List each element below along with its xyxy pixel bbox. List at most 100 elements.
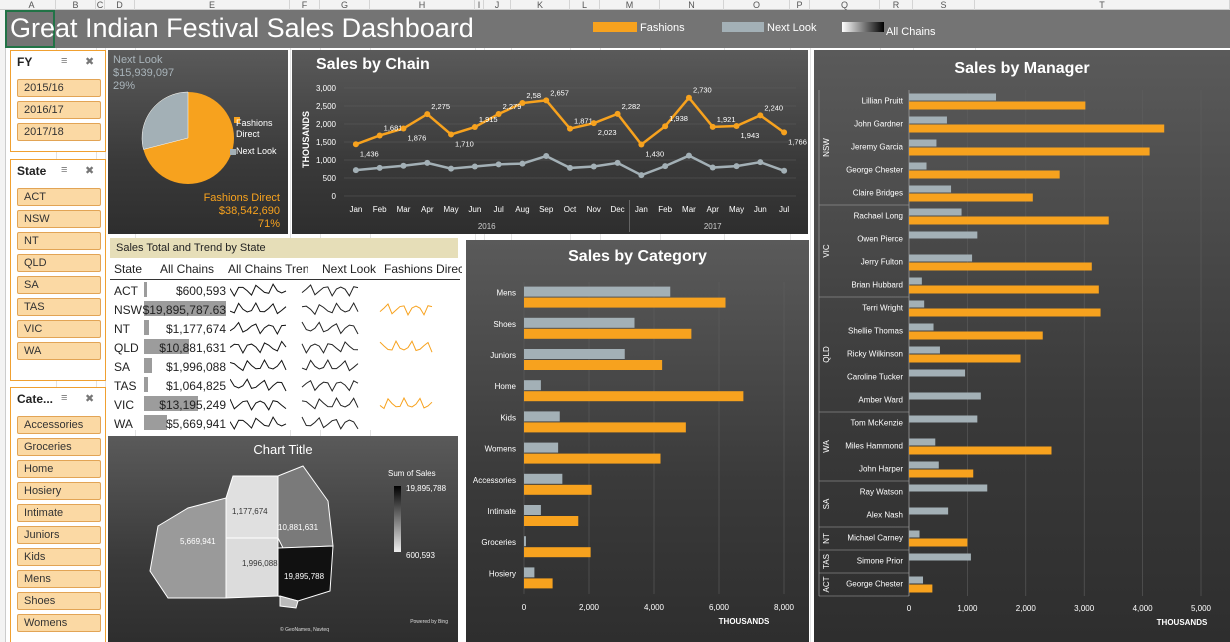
column-header-I[interactable]: I: [475, 0, 484, 10]
category-item[interactable]: Groceries: [17, 438, 101, 456]
row-state: VIC: [114, 398, 135, 412]
manager-bar-next-look: [909, 461, 939, 469]
manager-bar-fashions: [909, 147, 1150, 156]
clear-filter-icon[interactable]: ✖: [85, 164, 94, 177]
column-header-G[interactable]: G: [320, 0, 370, 10]
manager-bar-fashions: [909, 538, 968, 547]
manager-bar-chart: 0 1,000 2,000 3,000 4,000 5,000 THOUSANDS NSW Li…: [818, 90, 1212, 627]
manager-bar-fashions: [909, 124, 1165, 133]
category-item[interactable]: Juniors: [17, 526, 101, 544]
column-header-K[interactable]: K: [511, 0, 570, 10]
category-item[interactable]: Kids: [17, 548, 101, 566]
category-item[interactable]: Mens: [17, 570, 101, 588]
column-header-J[interactable]: J: [484, 0, 511, 10]
state-table: Sales Total and Trend by State State All…: [110, 238, 462, 431]
manager-bar-next-look: [909, 369, 966, 377]
column-header-D[interactable]: D: [105, 0, 135, 10]
chain-year-label: 2016: [478, 222, 496, 231]
row-all-chains-value: $600,593: [175, 284, 226, 298]
chain-data-label: 1,871: [574, 117, 593, 126]
chain-point-fashions: [638, 141, 645, 148]
multi-select-icon[interactable]: ≡: [61, 55, 67, 67]
manager-xtick: 2,000: [1016, 604, 1037, 613]
column-header-E[interactable]: E: [135, 0, 290, 10]
column-header-T[interactable]: T: [975, 0, 1230, 10]
manager-group-label: NT: [822, 533, 831, 544]
column-header-N[interactable]: N: [660, 0, 724, 10]
map-chart-panel[interactable]: Chart Title 5,669,941 1,177,674 10,881,6…: [108, 436, 458, 642]
category-xtick: 8,000: [774, 603, 795, 612]
chain-point-next-look: [590, 163, 597, 170]
chain-ytick: 2,000: [316, 120, 337, 129]
manager-name: Ricky Wilkinson: [847, 350, 903, 359]
pie-chart-panel[interactable]: Next Look $15,939,097 29% Fashions Direc…: [108, 50, 288, 234]
chain-month-label: Jan: [349, 205, 362, 214]
category-bar-next-look: [524, 536, 526, 547]
column-header-A[interactable]: A: [8, 0, 56, 10]
column-header-Q[interactable]: Q: [810, 0, 880, 10]
category-bar-fashions: [524, 360, 663, 370]
chain-month-label: Jun: [468, 205, 481, 214]
legend-label-fashions: Fashions: [640, 22, 685, 34]
clear-filter-icon[interactable]: ✖: [85, 55, 94, 68]
state-item[interactable]: SA: [17, 276, 101, 294]
manager-bar-next-look: [909, 162, 927, 170]
chain-point-next-look: [662, 163, 669, 170]
category-item[interactable]: Womens: [17, 614, 101, 632]
column-header-M[interactable]: M: [600, 0, 660, 10]
category-item[interactable]: Home: [17, 460, 101, 478]
manager-bar-fashions: [909, 469, 974, 478]
column-header-B[interactable]: B: [56, 0, 96, 10]
chain-data-label: 2,279: [503, 102, 522, 111]
state-item[interactable]: NT: [17, 232, 101, 250]
legend-swatch-next-look: [722, 22, 764, 32]
manager-name: Michael Carney: [847, 534, 903, 543]
manager-name: Caroline Tucker: [847, 373, 903, 382]
state-item[interactable]: NSW: [17, 210, 101, 228]
chain-month-label: Jul: [494, 205, 504, 214]
state-table-row: WA $5,669,941: [110, 413, 460, 435]
state-item[interactable]: VIC: [17, 320, 101, 338]
chain-point-next-look: [424, 159, 431, 166]
column-header-F[interactable]: F: [290, 0, 320, 10]
manager-bar-fashions: [909, 584, 933, 593]
chain-point-next-look: [400, 162, 407, 169]
sales-by-category-panel[interactable]: Sales by Category 0 2,000 4,000 6,000 8,000 T…: [466, 240, 809, 642]
column-header-L[interactable]: L: [570, 0, 600, 10]
column-header-S[interactable]: S: [913, 0, 975, 10]
fy-item[interactable]: 2017/18: [17, 123, 101, 141]
state-item[interactable]: ACT: [17, 188, 101, 206]
chain-month-label: May: [729, 205, 744, 214]
multi-select-icon[interactable]: ≡: [61, 164, 67, 176]
chain-data-label: 1,943: [741, 131, 760, 140]
fy-item[interactable]: 2015/16: [17, 79, 101, 97]
sales-by-chain-panel[interactable]: Sales by Chain 3,000 2,500 2,000 1,500 1,000…: [292, 50, 808, 234]
map-legend-min: 600,593: [406, 551, 435, 560]
state-item[interactable]: TAS: [17, 298, 101, 316]
fy-item[interactable]: 2016/17: [17, 101, 101, 119]
column-header-H[interactable]: H: [370, 0, 475, 10]
map-label-wa: 5,669,941: [180, 537, 216, 546]
state-item[interactable]: QLD: [17, 254, 101, 272]
manager-name: Simone Prior: [857, 557, 904, 566]
map-credit-bing: Powered by Bing: [410, 619, 448, 625]
category-item[interactable]: Shoes: [17, 592, 101, 610]
manager-bar-fashions: [909, 262, 1092, 271]
manager-bar-next-look: [909, 507, 949, 515]
manager-bar-next-look: [909, 346, 940, 354]
column-header-C[interactable]: C: [96, 0, 105, 10]
category-item[interactable]: Accessories: [17, 416, 101, 434]
category-item[interactable]: Intimate: [17, 504, 101, 522]
state-item[interactable]: WA: [17, 342, 101, 360]
sparkline: [301, 301, 359, 316]
sales-by-manager-panel[interactable]: Sales by Manager 0 1,000 2,000 3,000 4,000 5,…: [814, 50, 1230, 642]
row-all-chains-value: $13,195,249: [159, 398, 226, 412]
column-header-O[interactable]: O: [724, 0, 790, 10]
column-header-P[interactable]: P: [790, 0, 810, 10]
category-item[interactable]: Hosiery: [17, 482, 101, 500]
multi-select-icon[interactable]: ≡: [61, 392, 67, 404]
clear-filter-icon[interactable]: ✖: [85, 392, 94, 405]
category-label: Mens: [496, 289, 516, 298]
manager-name: Terri Wright: [862, 304, 904, 313]
column-header-R[interactable]: R: [880, 0, 913, 10]
